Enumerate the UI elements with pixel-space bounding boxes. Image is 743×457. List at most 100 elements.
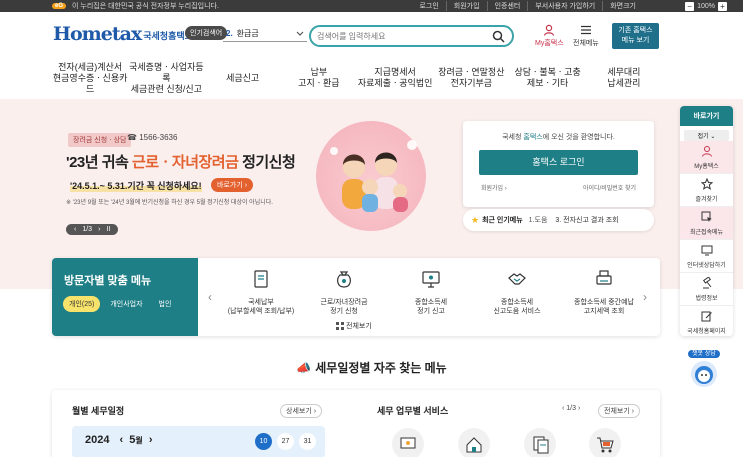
quick-favorites[interactable]: 즐겨찾기 <box>680 174 733 207</box>
nav-incentive[interactable]: 장려금ㆍ연말정산 전자기부금 <box>433 62 509 94</box>
visitor-item-sub: 정기 신고 <box>417 308 445 315</box>
dept-user-signup-link[interactable]: 부서사용자 가입하기 <box>527 1 602 11</box>
nav-consult[interactable]: 상담ㆍ불복ㆍ고충 제보ㆍ기타 <box>510 62 586 94</box>
logo-wordmark: Hometax <box>53 23 142 45</box>
zoom-out-button[interactable]: − <box>685 1 695 11</box>
hometax-logo[interactable]: Hometax 국세청홈택스 <box>53 23 193 45</box>
visitor-item-income-tax[interactable]: 종합소득세 정기 신고 <box>390 268 472 316</box>
login-welcome: 국세청 홈택스에 오신 것을 환영합니다. <box>463 132 654 142</box>
nav-tax-return[interactable]: 세금신고 <box>205 62 281 94</box>
tab-individual[interactable]: 개인(25) <box>63 296 101 312</box>
prev-slide-button[interactable]: ‹ <box>74 226 76 233</box>
monitor-icon <box>422 271 440 288</box>
login-link[interactable]: 로그인 <box>412 1 445 11</box>
visitor-tabs: 개인(25) 개인사업자 법인 <box>63 296 177 312</box>
quick-nts-homepage[interactable]: 국세청홈페이지 <box>680 306 733 336</box>
calendar-day[interactable]: 31 <box>299 433 316 450</box>
view-all-label: 전체보기 <box>346 323 372 330</box>
grid-icon <box>336 322 344 330</box>
next-month-icon[interactable]: › <box>149 434 153 446</box>
signup-link[interactable]: 회원가입 › <box>481 183 507 192</box>
search-box <box>309 25 514 47</box>
hot-keyword-select[interactable]: 2. 환급금 <box>223 26 307 42</box>
nav-label: 고지ㆍ환급 <box>298 78 340 88</box>
visitor-item-sub: 정기 신청 <box>330 308 358 315</box>
gov-topbar: eG 이 누리집은 대한민국 공식 전자정부 누리집입니다. 로그인 회원가입 … <box>0 0 743 12</box>
all-menu-button[interactable]: 전체메뉴 <box>573 24 599 48</box>
popular-item-2[interactable]: 3. 전자신고 결과 조회 <box>555 215 618 225</box>
service-pager[interactable]: ‹ 1/3 › <box>562 405 580 412</box>
login-card: 국세청 홈택스에 오신 것을 환영합니다. 홈택스 로그인 회원가입 › 아이디… <box>463 121 654 207</box>
hero-note: ※ '23년 9월 또는 '24년 3월에 반기신청을 하신 경우 5월 정기신… <box>66 200 273 206</box>
quick-menu-fold-button[interactable]: 접기 ⌄ <box>684 130 729 141</box>
schedule-section-title: 📣 세무일정별 자주 찾는 메뉴 <box>0 359 743 376</box>
nav-statement[interactable]: 지급명세서 자료제출ㆍ공익법인 <box>357 62 433 94</box>
quick-label: 최근접속메뉴 <box>689 230 724 236</box>
handshake-icon <box>508 273 526 285</box>
my-hometax-button[interactable]: My홈택스 <box>535 24 564 48</box>
nav-label: 자료제출ㆍ공익법인 <box>357 78 433 88</box>
prev-arrow-icon[interactable]: ‹ <box>208 290 212 304</box>
hero-title: '23년 귀속 근로ㆍ자녀장려금 정기신청 <box>66 151 296 172</box>
visitor-item-tax-payment[interactable]: 국세납부 (납부할세액 조회/납부) <box>220 268 302 316</box>
service-tile-2[interactable] <box>458 428 490 457</box>
popular-item-1[interactable]: 1.도움 <box>529 215 548 225</box>
nav-certificate[interactable]: 국세증명ㆍ사업자등록 세금관련 신청/신고 <box>128 62 204 94</box>
visitor-item-help-service[interactable]: 종합소득세 신고도움 서비스 <box>476 268 558 316</box>
search-input[interactable] <box>317 31 487 41</box>
service-title: 세무 업무별 서비스 <box>377 406 449 416</box>
quick-recent-menu[interactable]: 최근접속메뉴 <box>680 207 733 240</box>
find-id-password-link[interactable]: 아이디/비밀번호 찾기 <box>583 183 636 192</box>
cursor-icon <box>701 211 712 222</box>
next-arrow-icon[interactable]: › <box>643 290 647 304</box>
next-slide-button[interactable]: › <box>98 226 100 233</box>
tab-corporation[interactable]: 법인 <box>153 296 178 312</box>
service-tile-1[interactable] <box>392 428 424 457</box>
signup-link[interactable]: 회원가입 <box>445 1 487 11</box>
hometax-login-button[interactable]: 홈택스 로그인 <box>479 150 638 175</box>
nav-label: 납세관리 <box>607 78 641 88</box>
visitor-item-label: 근로/자녀장려금 <box>320 299 368 306</box>
hero-pager: ‹ 1/3 › II <box>66 224 119 235</box>
quick-law-info[interactable]: 법령정보 <box>680 273 733 306</box>
visitor-item-incentive[interactable]: 근로/자녀장려금 정기 신청 <box>303 268 385 316</box>
quick-my-hometax[interactable]: My홈택스 <box>680 141 733 174</box>
visitor-item-label: 종합소득세 <box>414 299 448 306</box>
chevron-down-icon <box>296 31 304 36</box>
quick-online-consult[interactable]: 인터넷상담하기 <box>680 240 733 273</box>
hero-title-b: 정기신청 <box>238 154 296 171</box>
nav-label: 장려금ㆍ연말정산 <box>438 67 505 77</box>
hero-go-button[interactable]: 바로가기 › <box>211 178 254 192</box>
legacy-menu-button[interactable]: 기존 홈택스 메뉴 보기 <box>612 23 659 49</box>
quick-label: 국세청홈페이지 <box>687 329 726 335</box>
zoom-in-button[interactable]: + <box>718 1 727 11</box>
service-view-all-button[interactable]: 전체보기 › <box>598 404 641 418</box>
nav-payment[interactable]: 납부 고지ㆍ환급 <box>281 62 357 94</box>
visitor-item-label: 국세납부 <box>248 299 274 306</box>
hamburger-icon <box>580 25 591 35</box>
schedule-box: 월별 세무일정 상세보기 › 2024 ‹ 5월 › 10 27 31 세무 업… <box>52 390 660 457</box>
visitor-item-interim-prepayment[interactable]: 종합소득세 중간예납 고지세액 조회 <box>563 268 645 316</box>
cert-center-link[interactable]: 인증센터 <box>486 1 528 11</box>
pause-button[interactable]: II <box>106 226 110 233</box>
service-tile-4[interactable] <box>589 428 621 457</box>
calendar-day[interactable]: 10 <box>255 433 272 450</box>
welcome-text-a: 국세청 <box>502 134 524 141</box>
popular-menu-ticker[interactable]: ★ 최근 인기메뉴 1.도움 3. 전자신고 결과 조회 <box>463 209 654 231</box>
prev-month-icon[interactable]: ‹ <box>120 434 124 446</box>
monitor-icon <box>701 245 712 256</box>
search-icon[interactable] <box>492 30 505 43</box>
nav-agent[interactable]: 세무대리 납세관리 <box>586 62 662 94</box>
megaphone-icon: 📣 <box>296 361 312 375</box>
calendar-year-month: 2024 ‹ 5월 › <box>85 434 153 446</box>
chatbot-label: 챗봇 상담 <box>688 350 720 358</box>
visitor-view-all-button[interactable]: 전체보기 <box>336 321 372 331</box>
nav-label: 전자기부금 <box>450 78 493 88</box>
gov-banner: eG 이 누리집은 대한민국 공식 전자정부 누리집입니다. <box>0 1 219 11</box>
visitor-item-label: 종합소득세 중간예납 <box>574 299 634 306</box>
nav-e-invoice[interactable]: 전자(세금)계산서 현금영수증ㆍ신용카드 <box>52 62 128 94</box>
service-tile-3[interactable] <box>524 428 556 457</box>
tab-sole-proprietor[interactable]: 개인사업자 <box>104 296 148 312</box>
calendar-day[interactable]: 27 <box>277 433 294 450</box>
schedule-detail-button[interactable]: 상세보기 › <box>280 404 323 418</box>
